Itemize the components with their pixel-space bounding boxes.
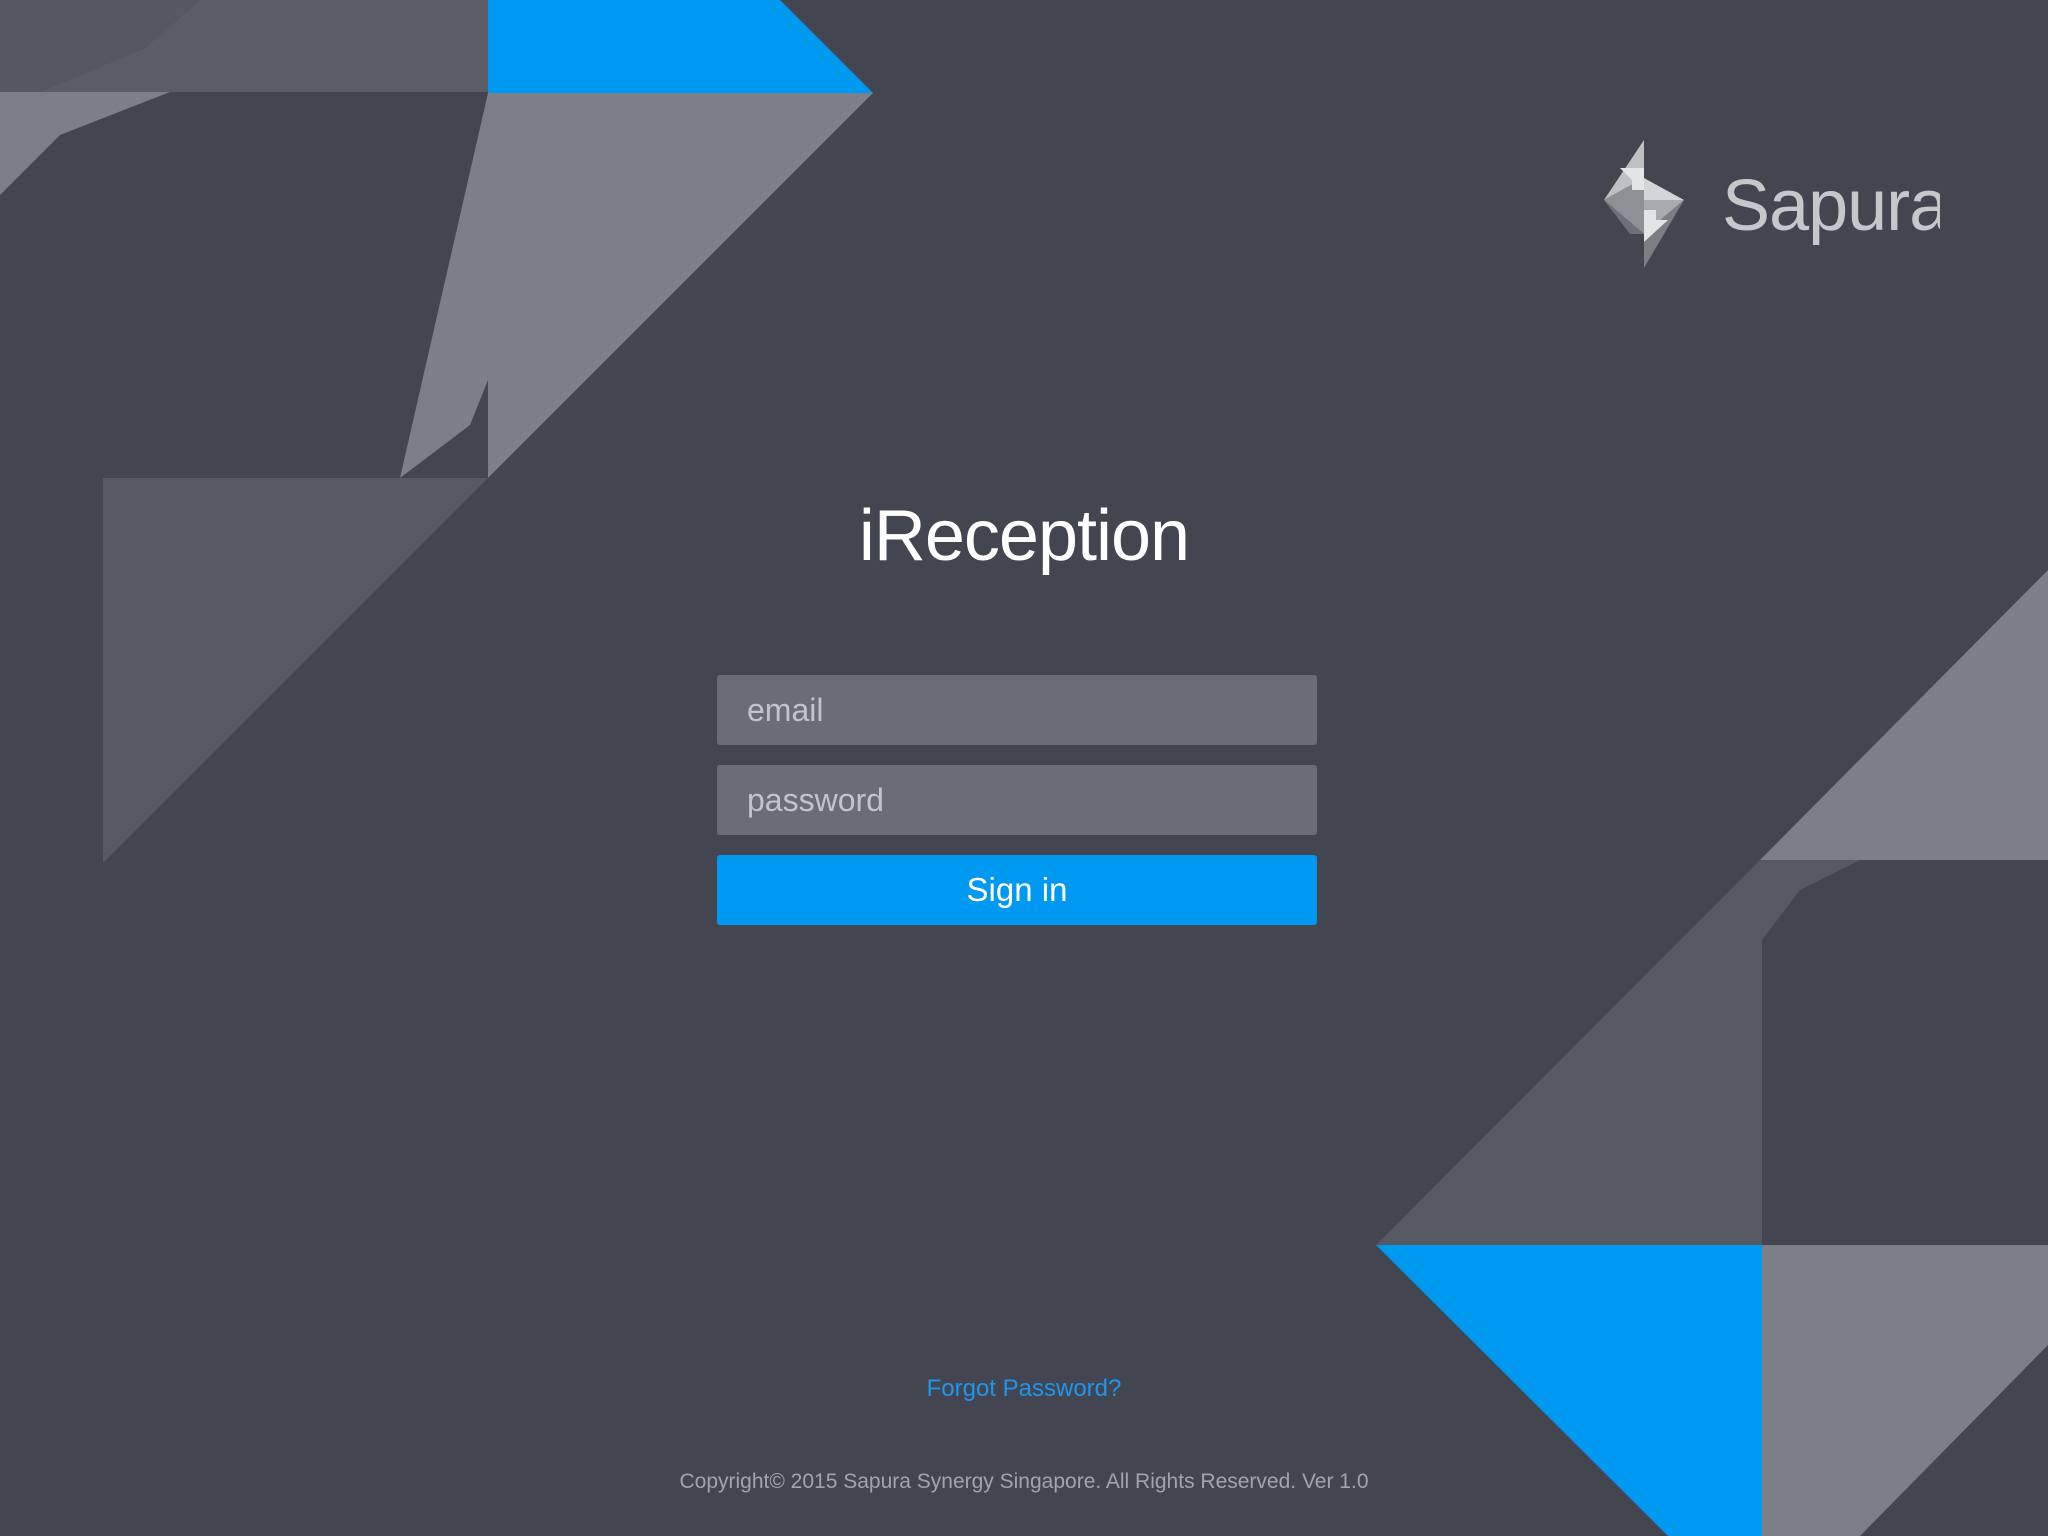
app-title: iReception bbox=[858, 496, 1190, 576]
password-field[interactable] bbox=[717, 765, 1317, 835]
sapura-diamond-logo-icon bbox=[1604, 140, 1684, 268]
copyright-text: Copyright© 2015 Sapura Synergy Singapore… bbox=[679, 1470, 1369, 1493]
bg-shape-topleft-light-sliver bbox=[0, 92, 170, 195]
bg-shape-topleft-light-triangle bbox=[400, 93, 873, 478]
sign-in-button[interactable]: Sign in bbox=[717, 855, 1317, 925]
bg-shape-bottomright-mid bbox=[1376, 860, 1860, 1245]
bg-shape-bottomright-light-top bbox=[1760, 570, 2048, 860]
email-field[interactable] bbox=[717, 675, 1317, 745]
forgot-password-link[interactable]: Forgot Password? bbox=[0, 1375, 2048, 1403]
sapura-logo-text: Sapura bbox=[1722, 166, 1940, 246]
bg-shape-topleft-blue bbox=[488, 0, 873, 93]
sapura-logo: Sapura bbox=[1604, 140, 1940, 268]
login-screen: Sapura iReception Sign in Forgot Passwor… bbox=[0, 0, 2048, 1536]
